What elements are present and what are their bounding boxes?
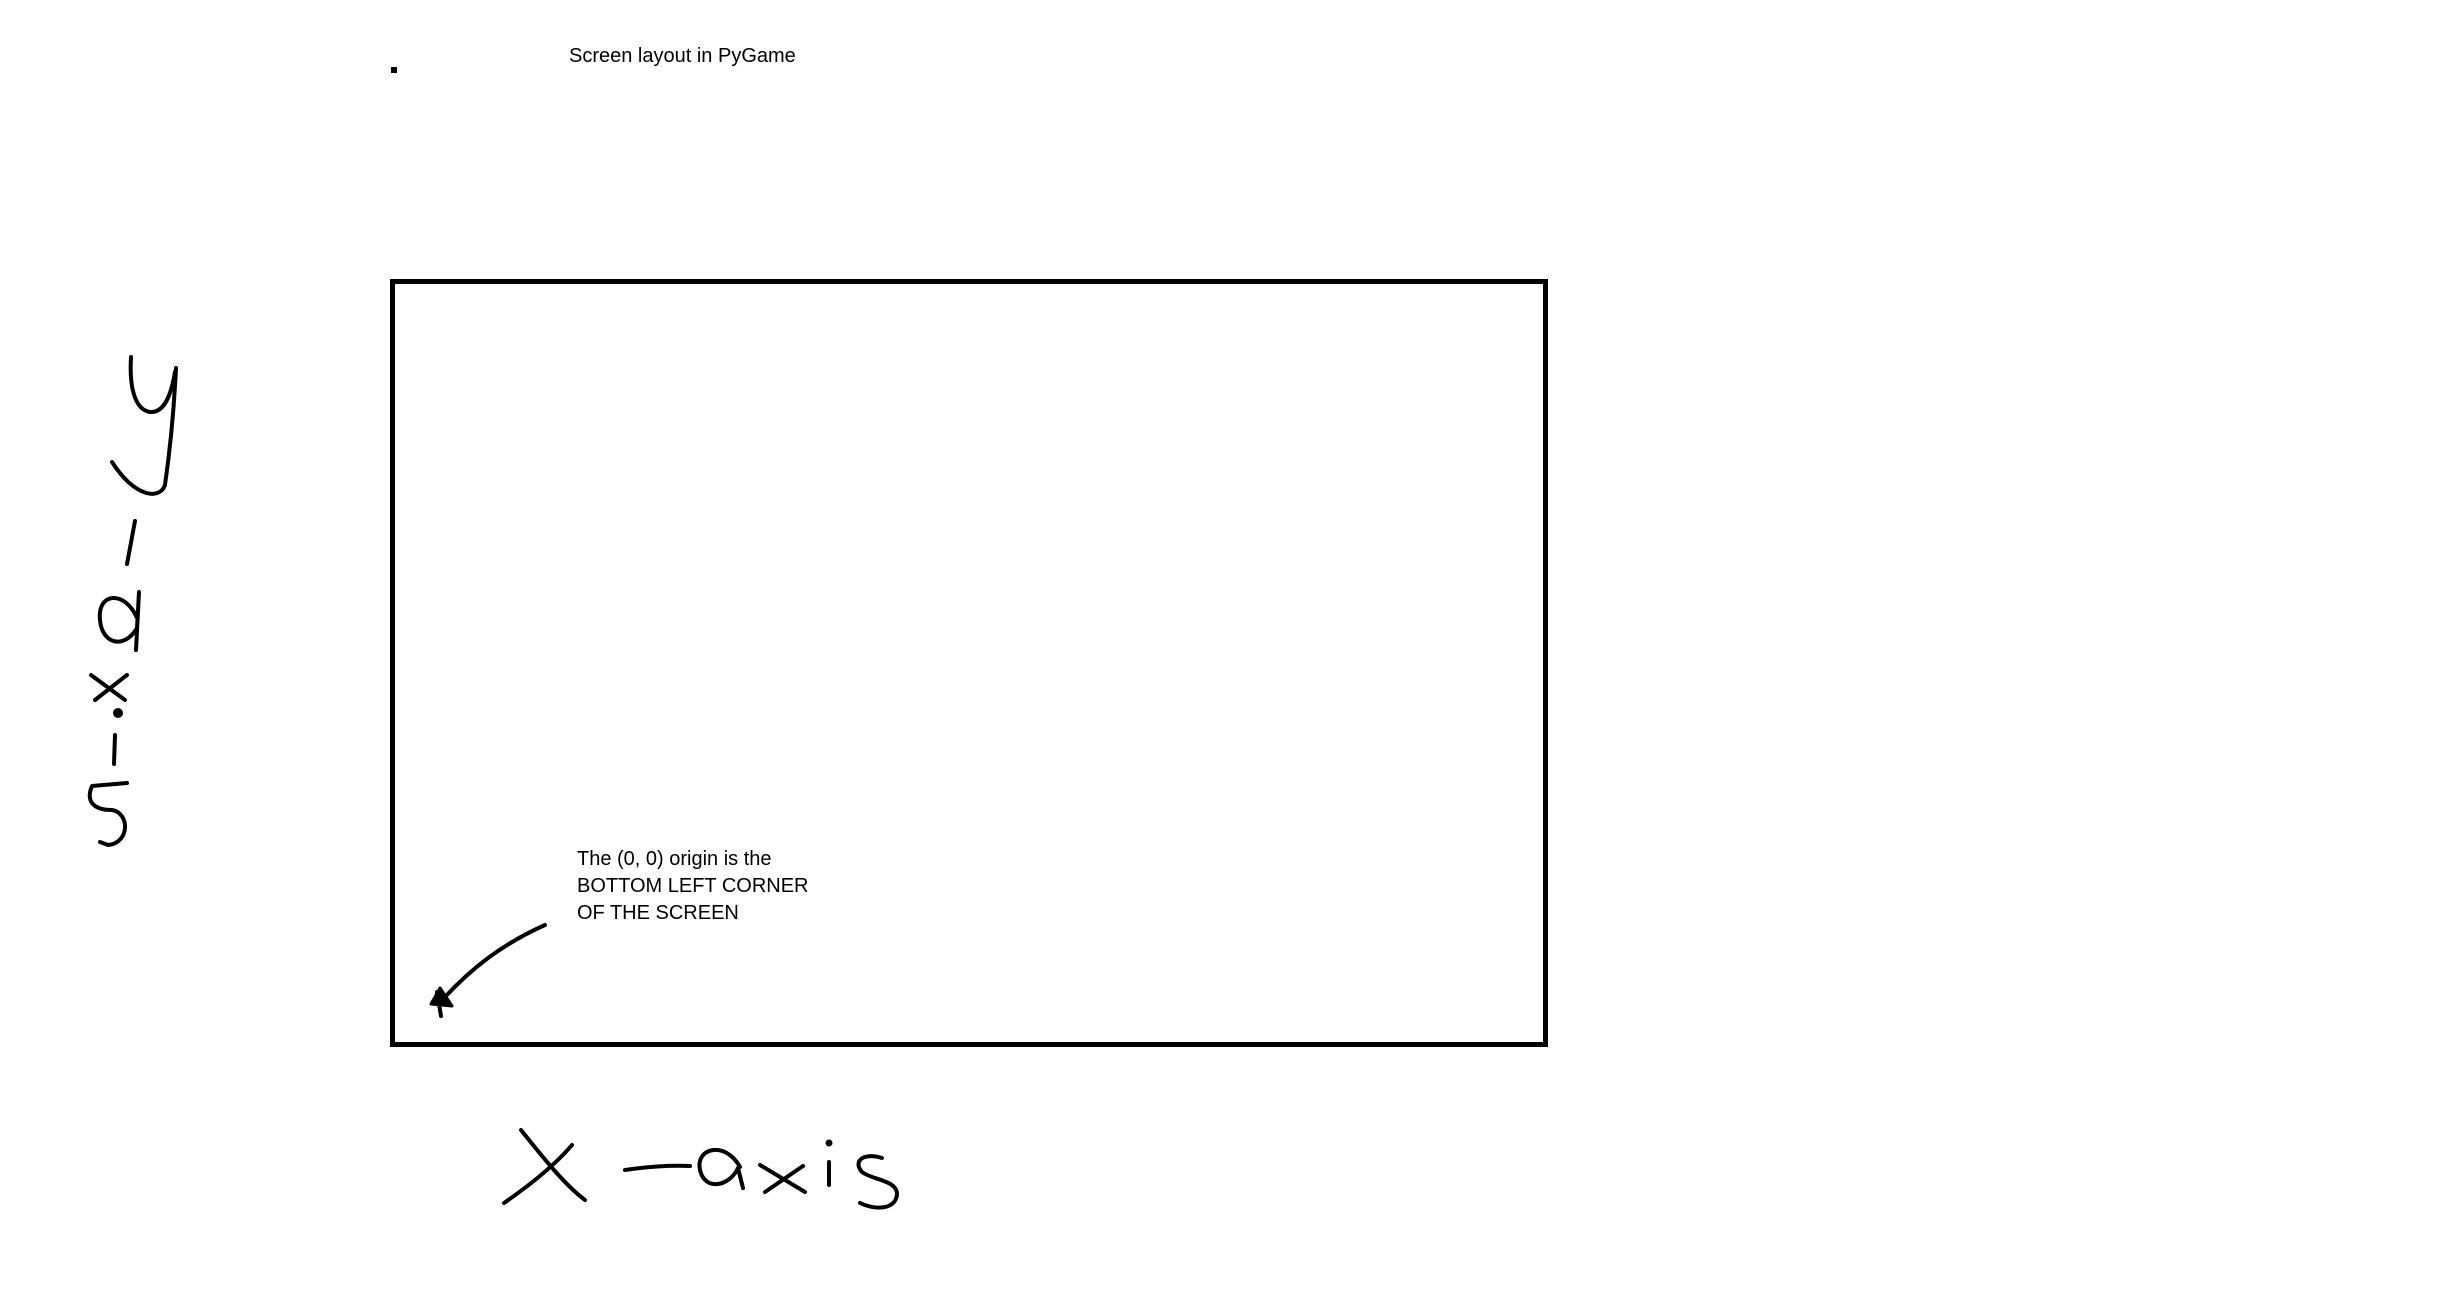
hand-drawn-sketch [87, 355, 899, 1210]
origin-arrow [429, 923, 547, 1018]
y-axis-handwritten-label [87, 355, 178, 847]
x-axis-handwritten-label [502, 1128, 899, 1210]
